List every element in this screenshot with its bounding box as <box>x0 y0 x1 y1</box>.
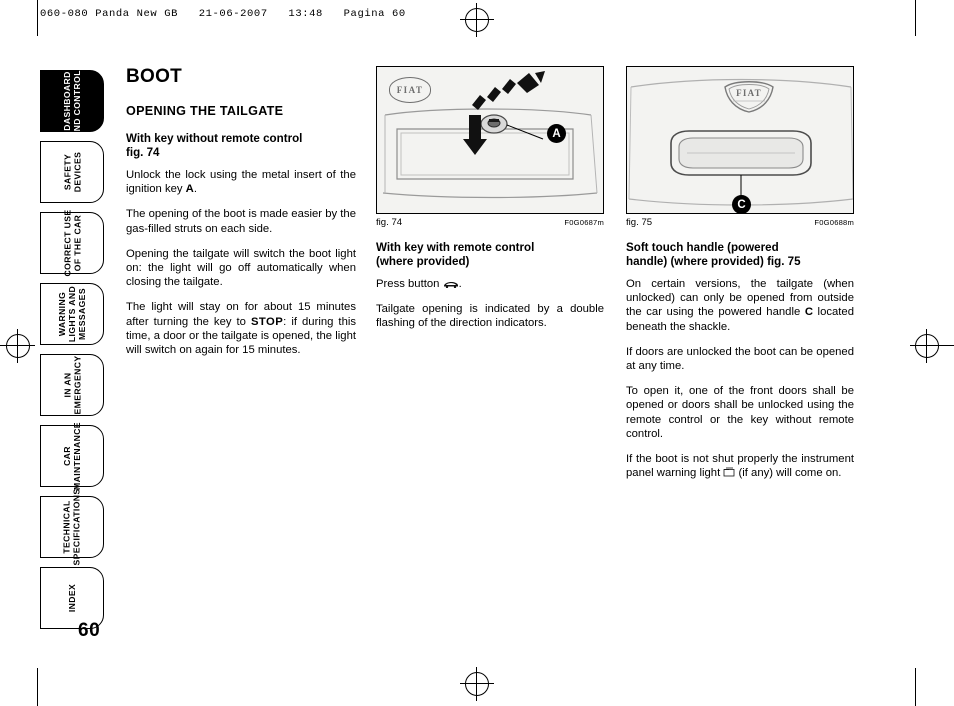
sidebar-item-correct-use-of-the-car[interactable]: CORRECT USE OF THE CAR <box>40 209 104 277</box>
sidebar-item-label: IN AN EMERGENCY <box>62 355 82 415</box>
paragraph-to-open-it: To open it, one of the front doors shall… <box>626 385 854 440</box>
paragraph-press-button: Press button . <box>376 277 604 291</box>
registration-mark-top <box>460 3 494 37</box>
sidebar-item-label: SAFETY DEVICES <box>62 151 82 193</box>
sidebar-item-label: CAR MAINTENANCE <box>62 422 82 490</box>
figure-74-image: FIAT A <box>376 66 604 214</box>
sidebar-item-label: WARNING LIGHTS AND MESSAGES <box>56 285 87 343</box>
text-bold-c: C <box>804 306 813 319</box>
figure-caption-label: fig. 74 <box>376 217 403 228</box>
subheading-key-with-remote: With key with remote control (where prov… <box>376 241 604 269</box>
sidebar-item-label: DASHBOARD AND CONTROLS <box>62 63 82 139</box>
column-middle: FIAT A fig. 74 F0G0687m With key with re… <box>376 66 604 331</box>
subheading-line1: Soft touch handle (powered <box>626 241 779 254</box>
paragraph-boot-light: Opening the tailgate will switch the boo… <box>126 247 356 289</box>
registration-mark-left <box>1 329 35 363</box>
sidebar-item-car-maintenance[interactable]: CAR MAINTENANCE <box>40 422 104 490</box>
registration-mark-right <box>910 329 944 363</box>
figure-callout-a: A <box>547 124 566 143</box>
figure-74-caption: fig. 74 F0G0687m <box>376 217 604 228</box>
figure-caption-label: fig. 75 <box>626 217 653 228</box>
boot-open-warning-icon <box>723 467 735 477</box>
fiat-badge-svg: FIAT <box>724 81 774 113</box>
print-slug: 060-080 Panda New GB 21-06-2007 13:48 Pa… <box>40 8 406 20</box>
crop-mark-top-right <box>915 0 916 36</box>
sidebar-item-label: CORRECT USE OF THE CAR <box>62 209 83 277</box>
figure-code: F0G0688m <box>814 218 854 227</box>
page-number: 60 <box>78 620 101 641</box>
figure-75-caption: fig. 75 F0G0688m <box>626 217 854 228</box>
text-bold-a: A <box>185 183 194 196</box>
subheading-line2: (where provided) <box>376 255 470 268</box>
sidebar-item-in-an-emergency[interactable]: IN AN EMERGENCY <box>40 354 104 416</box>
sidebar-item-warning-lights-and-messages[interactable]: WARNING LIGHTS AND MESSAGES <box>40 283 104 345</box>
subheading-line1: With key with remote control <box>376 241 535 254</box>
fiat-badge-icon: FIAT <box>721 79 777 113</box>
subheading-key-without-remote: With key without remote control fig. 74 <box>126 132 356 160</box>
sidebar-item-safety-devices[interactable]: SAFETY DEVICES <box>40 141 104 203</box>
paragraph-light-timer: The light will stay on for about 15 minu… <box>126 300 356 357</box>
crop-mark-bottom-left <box>37 668 38 706</box>
sidebar-item-dashboard-and-controls[interactable]: DASHBOARD AND CONTROLS <box>40 64 104 138</box>
sidebar-item-label: INDEX <box>66 583 77 613</box>
sidebar-item-technical-specifications[interactable]: TECHNICAL SPECIFICATIONS <box>40 488 104 566</box>
paragraph-unlock-lock: Unlock the lock using the metal insert o… <box>126 168 356 196</box>
page-title: BOOT <box>126 66 183 87</box>
paragraph-powered-handle: On certain versions, the tailgate (when … <box>626 277 854 334</box>
registration-mark-bottom <box>460 667 494 701</box>
sidebar-item-label: TECHNICAL SPECIFICATIONS <box>62 488 82 566</box>
subheading-soft-touch-handle: Soft touch handle (powered handle) (wher… <box>626 241 854 269</box>
text-bold-stop: STOP <box>251 315 284 328</box>
chapter-tab-rail: DASHBOARD AND CONTROLS SAFETY DEVICES CORR… <box>40 64 112 638</box>
text-run: . <box>193 183 197 196</box>
figure-callout-c: C <box>732 195 751 213</box>
paragraph-doors-unlocked: If doors are unlocked the boot can be op… <box>626 345 854 373</box>
figure-code: F0G0687m <box>564 218 604 227</box>
paragraph-gas-struts: The opening of the boot is made easier b… <box>126 208 356 235</box>
crop-mark-top-left <box>37 0 38 36</box>
section-heading-opening-the-tailgate: OPENING THE TAILGATE <box>126 104 284 118</box>
paragraph-warning-light: If the boot is not shut properly the ins… <box>626 452 854 480</box>
subheading-line1: With key without remote control <box>126 132 303 145</box>
column-left: BOOT OPENING THE TAILGATE With key witho… <box>126 66 356 357</box>
text-run: Press button <box>376 278 443 290</box>
text-run: (if any) will come on. <box>735 467 842 480</box>
boot-release-key-icon <box>443 282 458 289</box>
figure-75-image: FIAT C <box>626 66 854 214</box>
manual-page: 060-080 Panda New GB 21-06-2007 13:48 Pa… <box>0 0 954 706</box>
subheading-line2: fig. 74 <box>126 146 160 159</box>
subheading-line2: handle) (where provided) fig. 75 <box>626 255 801 268</box>
text-run: . <box>458 278 462 290</box>
paragraph-double-flash: Tailgate opening is indicated by a doubl… <box>376 303 604 330</box>
text-run: Unlock the lock using the metal insert o… <box>126 169 356 196</box>
svg-text:FIAT: FIAT <box>736 88 762 98</box>
tailgate-lock-illustration <box>382 71 598 199</box>
crop-mark-bottom-right <box>915 668 916 706</box>
column-right: FIAT C fig. 75 F0G0688m Soft touch handl… <box>626 66 854 480</box>
